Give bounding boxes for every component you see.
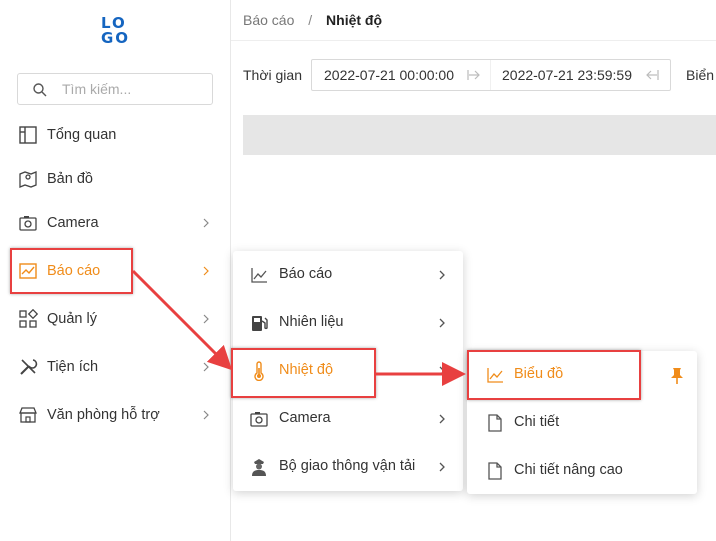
sidebar-item-overview[interactable]: Tổng quan bbox=[0, 115, 230, 155]
sidebar-item-camera[interactable]: Camera bbox=[0, 203, 230, 243]
submenu-item-detail[interactable]: Chi tiết bbox=[467, 403, 697, 443]
breadcrumb-separator: / bbox=[308, 12, 313, 28]
chevron-right-icon bbox=[439, 366, 445, 376]
sidebar-item-manage[interactable]: Quản lý bbox=[0, 299, 230, 339]
submenu-item-camera[interactable]: Camera bbox=[233, 399, 463, 439]
chevron-right-icon bbox=[439, 270, 445, 280]
line-chart-icon bbox=[251, 268, 267, 283]
chevron-right-icon bbox=[439, 414, 445, 424]
sidebar-item-map[interactable]: Bản đồ bbox=[0, 159, 230, 199]
highlight-box-reports bbox=[10, 248, 133, 294]
chevron-right-icon bbox=[203, 314, 209, 324]
content-placeholder-bar bbox=[243, 115, 716, 155]
chevron-right-icon bbox=[203, 410, 209, 420]
chevron-right-icon bbox=[439, 462, 445, 472]
pin-icon[interactable] bbox=[669, 367, 685, 385]
chevron-right-icon bbox=[439, 318, 445, 328]
search-icon bbox=[33, 83, 47, 97]
camera-icon bbox=[250, 412, 268, 427]
sidebar-item-utilities[interactable]: Tiện ích bbox=[0, 347, 230, 387]
sidebar-item-label: Quản lý bbox=[47, 311, 97, 327]
sidebar-item-label: Bản đồ bbox=[47, 171, 93, 187]
submenu-item-label: Báo cáo bbox=[279, 266, 333, 282]
sidebar-item-label: Văn phòng hỗ trợ bbox=[47, 407, 160, 423]
fuel-icon bbox=[252, 316, 268, 331]
sidebar-item-label: Tiện ích bbox=[47, 359, 99, 375]
layout-icon bbox=[19, 126, 37, 144]
arrow-right-to-line-icon bbox=[467, 70, 480, 80]
end-date-field[interactable]: 2022-07-21 23:59:59 bbox=[502, 67, 632, 83]
header-divider bbox=[231, 40, 716, 41]
tools-icon bbox=[20, 359, 38, 375]
file-icon bbox=[488, 414, 502, 432]
sidebar-item-support-office[interactable]: Văn phòng hỗ trợ bbox=[0, 395, 230, 435]
submenu-item-label: Chi tiết nâng cao bbox=[514, 462, 623, 478]
chevron-right-icon bbox=[203, 218, 209, 228]
search-input[interactable] bbox=[62, 78, 202, 100]
logo: LO GO bbox=[101, 14, 131, 47]
submenu-item-label: Chi tiết bbox=[514, 414, 560, 430]
search-box[interactable] bbox=[17, 73, 213, 105]
map-icon bbox=[19, 171, 37, 188]
breadcrumb: Báo cáo / Nhiệt độ bbox=[243, 12, 382, 28]
chevron-right-icon bbox=[203, 362, 209, 372]
breadcrumb-current: Nhiệt độ bbox=[326, 12, 383, 28]
grid-icon bbox=[19, 309, 38, 328]
range-divider bbox=[490, 60, 491, 90]
submenu-item-fuel[interactable]: Nhiên liệu bbox=[233, 303, 463, 343]
submenu-item-label: Bộ giao thông vận tải bbox=[279, 458, 416, 474]
shop-icon bbox=[19, 407, 37, 423]
plate-label: Biển bbox=[686, 67, 715, 83]
camera-icon bbox=[19, 216, 37, 231]
highlight-box-temperature bbox=[231, 348, 376, 398]
chevron-right-icon bbox=[203, 266, 209, 276]
submenu-item-reports[interactable]: Báo cáo bbox=[233, 255, 463, 295]
date-range-picker[interactable]: 2022-07-21 00:00:00 2022-07-21 23:59:59 bbox=[311, 59, 671, 91]
submenu-item-advanced-detail[interactable]: Chi tiết nâng cao bbox=[467, 451, 697, 491]
highlight-box-chart bbox=[467, 350, 641, 400]
start-date-field[interactable]: 2022-07-21 00:00:00 bbox=[324, 67, 454, 83]
sidebar-item-label: Tổng quan bbox=[47, 127, 117, 143]
sidebar-item-label: Camera bbox=[47, 215, 99, 231]
submenu-item-label: Nhiên liệu bbox=[279, 314, 344, 330]
time-label: Thời gian bbox=[243, 67, 302, 83]
file-icon bbox=[488, 462, 502, 480]
submenu-item-transport-ministry[interactable]: Bộ giao thông vận tải bbox=[233, 447, 463, 487]
breadcrumb-parent[interactable]: Báo cáo bbox=[243, 12, 294, 28]
submenu-item-label: Camera bbox=[279, 410, 331, 426]
arrow-left-to-line-icon bbox=[646, 70, 659, 80]
officer-icon bbox=[252, 459, 266, 476]
